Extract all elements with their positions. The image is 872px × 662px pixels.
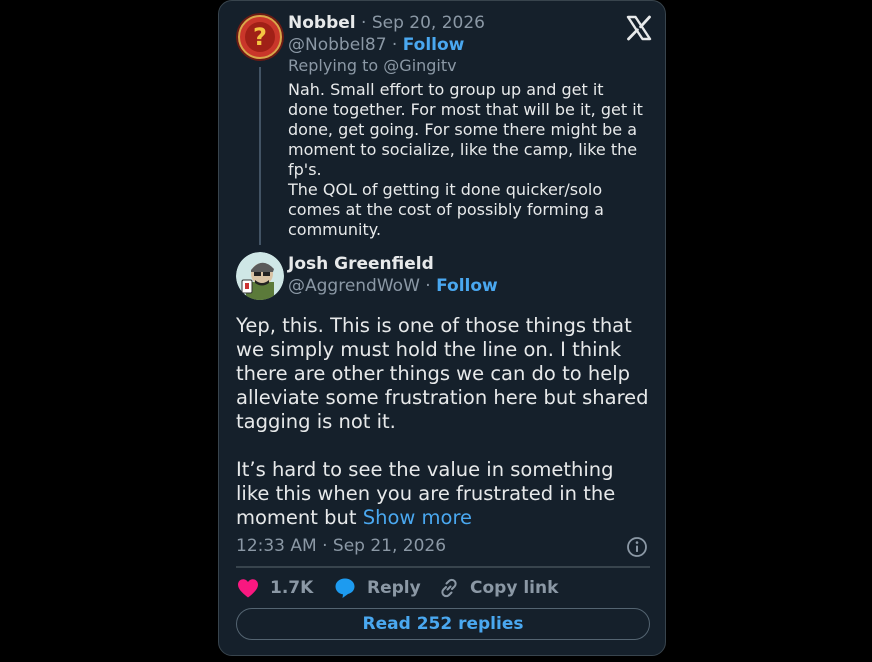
divider — [236, 566, 650, 568]
tweet-handle[interactable]: @AggrendWoW · — [288, 276, 431, 296]
link-icon — [438, 577, 460, 599]
like-action[interactable]: 1.7K — [236, 575, 313, 601]
quoted-author-name[interactable]: Nobbel — [288, 13, 356, 33]
paragraph-spacer — [236, 434, 651, 458]
quoted-text-line: The QOL of getting it done quicker/solo … — [288, 180, 604, 239]
read-replies-button[interactable]: Read 252 replies — [236, 608, 650, 640]
tweet-author-name[interactable]: Josh Greenfield — [288, 254, 434, 274]
tweet-paragraph: Yep, this. This is one of those things t… — [236, 314, 649, 433]
info-icon[interactable] — [626, 536, 648, 558]
speech-bubble-icon — [333, 576, 357, 600]
tweet-follow-button[interactable]: Follow — [436, 276, 498, 296]
quoted-handle[interactable]: @Nobbel87 · — [288, 35, 397, 55]
tweet-timestamp[interactable]: 12:33 AM · Sep 21, 2026 — [236, 536, 446, 556]
tweet-text: Yep, this. This is one of those things t… — [236, 314, 651, 530]
svg-text:?: ? — [253, 23, 267, 51]
copy-link-label: Copy link — [470, 578, 559, 598]
quoted-header: Nobbel · Sep 20, 2026 — [288, 13, 485, 33]
quoted-text-line: Nah. Small effort to group up and get it… — [288, 80, 643, 179]
like-count: 1.7K — [270, 578, 314, 598]
heart-icon — [236, 577, 260, 599]
tweet-author-row: Josh Greenfield — [288, 254, 434, 274]
thread-connector-line — [259, 67, 261, 245]
reply-label: Reply — [367, 578, 421, 598]
quoted-follow-button[interactable]: Follow — [403, 35, 465, 55]
quoted-handle-row: @Nobbel87 · Follow — [288, 35, 464, 55]
replying-to: Replying to @Gingitv — [288, 56, 457, 75]
show-more-link[interactable]: Show more — [363, 506, 472, 529]
reply-action[interactable]: Reply — [333, 575, 421, 601]
x-logo-icon[interactable] — [625, 14, 653, 42]
copy-link-action[interactable]: Copy link — [438, 575, 558, 601]
nobbel-avatar[interactable]: ? — [236, 13, 284, 61]
tweet-paragraph: It’s hard to see the value in something … — [236, 458, 651, 530]
josh-greenfield-avatar[interactable] — [236, 252, 284, 300]
embedded-tweet-card: ? Nobbel · Sep 20, 2026 @Nobbel87 · Foll… — [218, 0, 666, 656]
quoted-date[interactable]: · Sep 20, 2026 — [361, 13, 485, 33]
tweet-handle-row: @AggrendWoW · Follow — [288, 276, 498, 296]
quoted-tweet-text: Nah. Small effort to group up and get it… — [288, 80, 648, 240]
